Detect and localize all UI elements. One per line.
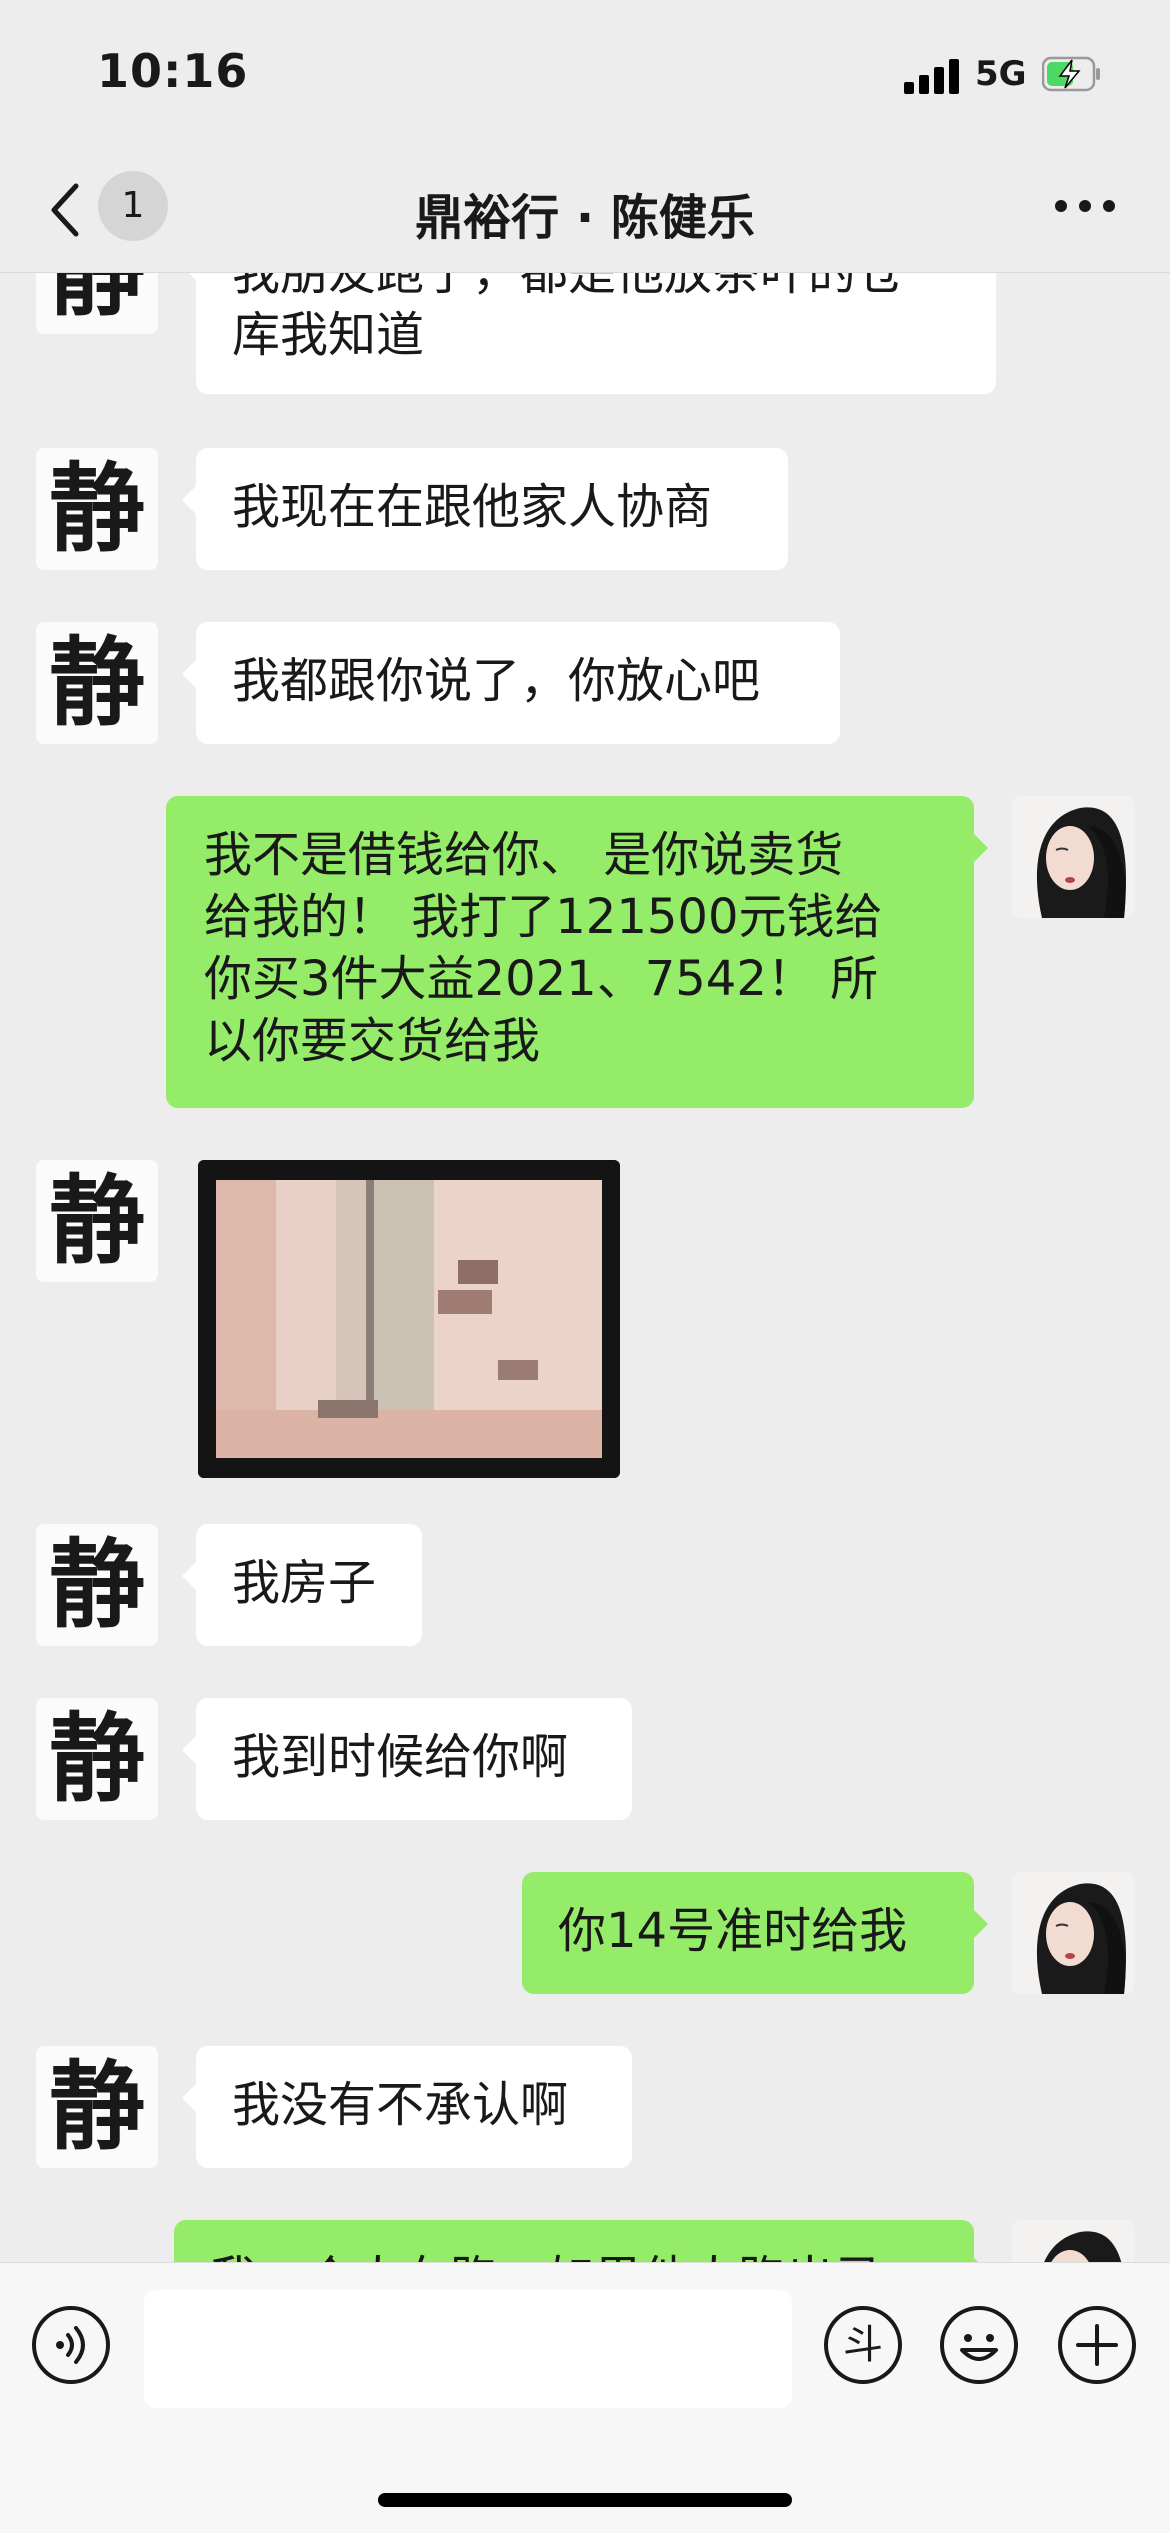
home-indicator[interactable] — [378, 2493, 792, 2507]
plus-glyph — [1076, 2324, 1118, 2366]
calligraphy-jing-avatar: 静 — [49, 626, 145, 739]
message-bubble[interactable]: 你14号准时给我 — [522, 1872, 988, 1994]
emoji-icon[interactable] — [940, 2306, 1018, 2384]
contact-avatar[interactable]: 静 — [36, 2046, 158, 2168]
message-text: 我到时候给你啊 — [232, 1729, 569, 1785]
woman-portrait-avatar — [1012, 2220, 1134, 2262]
message-text: 我朋友跑了，都是他放茶叶的仓 — [232, 272, 905, 301]
message-text: 以你要交货给我 — [204, 1013, 541, 1069]
status-bar: 10:16 5G — [0, 0, 1170, 150]
contact-avatar[interactable]: 静 — [36, 272, 158, 334]
smiley-glyph — [960, 2334, 998, 2361]
message-text: 你买3件大益2021、7542！ 所 — [204, 951, 879, 1007]
calligraphy-jing-avatar: 静 — [49, 1528, 145, 1641]
image-message[interactable] — [198, 1160, 620, 1478]
contact-avatar[interactable]: 静 — [36, 1524, 158, 1646]
message-text: 给我的！ 我打了121500元钱给 — [204, 889, 883, 945]
message-text: 我不是借钱给你、 是你说卖货 — [204, 827, 844, 883]
message-bubble[interactable]: 我不是借钱给你、 是你说卖货 给我的！ 我打了121500元钱给 你买3件大益2… — [166, 796, 988, 1108]
battery-charging-icon — [1042, 56, 1100, 92]
message-text: 我现在在跟他家人协商 — [232, 479, 713, 535]
message-bubble[interactable]: 我一个人在跑，如果他人跑出录 — [174, 2220, 988, 2262]
message-text: 库我知道 — [232, 307, 425, 363]
message-bubble[interactable]: 我都跟你说了，你放心吧 — [182, 622, 840, 744]
message-text: 我一个人在跑，如果他人跑出录 — [210, 2248, 938, 2262]
message-input[interactable] — [144, 2290, 792, 2408]
sticker-glyph: 斗 — [843, 2322, 883, 2368]
douyin-sticker-icon[interactable]: 斗 — [824, 2306, 902, 2384]
ellipsis-icon[interactable] — [1055, 196, 1115, 216]
network-type: 5G — [975, 54, 1027, 94]
calligraphy-jing-avatar: 静 — [49, 2050, 145, 2163]
message-bubble[interactable]: 我没有不承认啊 — [182, 2046, 632, 2168]
self-avatar[interactable] — [1012, 796, 1134, 918]
contact-avatar[interactable]: 静 — [36, 622, 158, 744]
message-bubble[interactable]: 我现在在跟他家人协商 — [182, 448, 788, 570]
calligraphy-jing-avatar: 静 — [49, 272, 145, 329]
message-text: 你14号准时给我 — [558, 1903, 908, 1959]
plus-icon[interactable] — [1058, 2306, 1136, 2384]
chat-title: 鼎裕行 · 陈健乐 — [415, 190, 755, 246]
message-bubble[interactable]: 我房子 — [182, 1524, 422, 1646]
message-list[interactable]: 静 我朋友跑了，都是他放茶叶的仓 库我知道 静 我现在在跟他家人协商 静 我都跟… — [0, 272, 1170, 2262]
cellular-signal-icon — [904, 58, 960, 94]
self-avatar[interactable] — [1012, 2220, 1134, 2262]
calligraphy-jing-avatar: 静 — [49, 1702, 145, 1815]
message-text: 我没有不承认啊 — [232, 2077, 569, 2133]
woman-portrait-avatar — [1012, 1872, 1134, 1994]
calligraphy-jing-avatar: 静 — [49, 452, 145, 565]
pixelated-photo — [198, 1160, 620, 1478]
calligraphy-jing-avatar: 静 — [49, 1164, 145, 1277]
contact-avatar[interactable]: 静 — [36, 1698, 158, 1820]
message-text: 我房子 — [232, 1555, 377, 1611]
message-text: 我都跟你说了，你放心吧 — [232, 653, 761, 709]
voice-waves-glyph — [56, 2326, 85, 2364]
message-bubble[interactable]: 我到时候给你啊 — [182, 1698, 632, 1820]
self-avatar[interactable] — [1012, 1872, 1134, 1994]
contact-avatar[interactable]: 静 — [36, 1160, 158, 1282]
message-bubble[interactable]: 我朋友跑了，都是他放茶叶的仓 库我知道 — [182, 272, 996, 394]
status-time: 10:16 — [97, 44, 249, 98]
voice-icon[interactable] — [32, 2306, 110, 2384]
contact-avatar[interactable]: 静 — [36, 448, 158, 570]
woman-portrait-avatar — [1012, 796, 1134, 918]
